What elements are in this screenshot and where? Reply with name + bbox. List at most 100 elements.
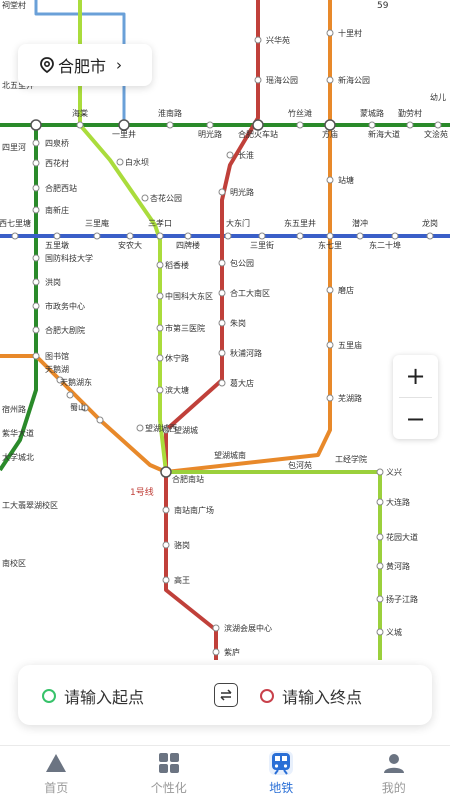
station-dot — [33, 185, 39, 191]
city-name: 合肥市 — [58, 53, 106, 77]
station-label: 市第三医院 — [165, 323, 205, 333]
station-dot — [157, 233, 163, 239]
line2-branch-path — [0, 125, 36, 470]
station-dot — [407, 122, 413, 128]
tab-home[interactable]: 首页 — [0, 746, 113, 801]
station-dot — [213, 649, 219, 655]
bottom-tab-bar: 首页 个性化 地铁 我的 — [0, 745, 450, 801]
zoom-in-button[interactable]: + — [393, 355, 438, 397]
station-label: 滨大塘 — [165, 385, 189, 395]
station-label: 葛大店 — [230, 378, 254, 388]
station-dot — [377, 534, 383, 540]
station-label: 西花村 — [45, 158, 69, 168]
station-dot — [207, 122, 213, 128]
station-dot — [259, 233, 265, 239]
swap-button[interactable] — [214, 683, 238, 707]
station-dot — [392, 233, 398, 239]
station-label: 花园大道 — [386, 532, 418, 542]
station-dot — [377, 596, 383, 602]
station-label: 扬子江路 — [386, 594, 418, 604]
station-label: 中国科大东区 — [165, 291, 213, 301]
station-dot — [97, 417, 103, 423]
station-dot — [157, 293, 163, 299]
end-point-field[interactable]: 请输入终点 — [260, 684, 362, 708]
transfer-station — [161, 467, 171, 477]
city-selector[interactable]: 合肥市 › — [18, 44, 152, 86]
station-dot — [12, 233, 18, 239]
station-dot — [157, 355, 163, 361]
station-label: 天鹅湖东 — [60, 377, 92, 387]
end-point-placeholder: 请输入终点 — [282, 684, 362, 708]
transfer-station — [119, 120, 129, 130]
station-dot — [327, 342, 333, 348]
station-label: 望湖城 — [174, 425, 198, 435]
station-label: 蒙城路 — [360, 108, 384, 118]
station-label: 朱岗 — [230, 318, 246, 328]
station-label: 骆岗 — [174, 540, 190, 550]
station-dot — [33, 160, 39, 166]
station-dot — [33, 353, 39, 359]
station-dot — [33, 207, 39, 213]
station-label: 大东门 — [226, 218, 250, 228]
station-dot — [435, 122, 441, 128]
station-label: 文浍苑 — [424, 129, 448, 139]
tab-personalize[interactable]: 个性化 — [113, 746, 226, 801]
station-label: 大学城北 — [2, 452, 34, 462]
station-label: 杏花公园 — [150, 193, 182, 203]
station-label: 南新庄 — [45, 205, 69, 215]
station-dot — [33, 140, 39, 146]
transfer-station — [325, 120, 335, 130]
station-label: 合肥大剧院 — [45, 325, 85, 335]
tab-mine[interactable]: 我的 — [338, 746, 450, 801]
station-dot — [377, 563, 383, 569]
station-dot — [377, 469, 383, 475]
start-point-field[interactable]: 请输入起点 — [42, 684, 144, 708]
station-label: 图书馆 — [45, 351, 69, 361]
tab-metro[interactable]: 地铁 — [225, 746, 338, 801]
station-label: 国防科技大学 — [45, 253, 93, 263]
station-label: 义兴 — [386, 468, 402, 477]
zoom-out-button[interactable]: − — [393, 398, 438, 440]
station-dot — [163, 507, 169, 513]
start-dot-icon — [42, 689, 56, 703]
station-label: 淮南路 — [158, 108, 182, 118]
user-icon — [382, 751, 406, 775]
start-point-placeholder: 请输入起点 — [64, 684, 144, 708]
station-dot — [327, 77, 333, 83]
station-dot — [163, 577, 169, 583]
station-label: 高王 — [174, 575, 190, 585]
station-dot — [427, 233, 433, 239]
location-pin-icon — [38, 56, 56, 74]
station-dot — [137, 425, 143, 431]
zoom-controls: + − — [393, 355, 438, 439]
metro-map[interactable]: 海棠一里井淮南路明光路合肥火车站竹丝滩方庙蒙城路新海大道勤劳村文浍苑幼儿西七里塘… — [0, 0, 450, 745]
station-label: 市政务中心 — [45, 301, 85, 311]
station-label: 兴华苑 — [266, 35, 290, 45]
station-label: 五里庙 — [338, 340, 362, 350]
station-label: 东五里井 — [284, 218, 316, 228]
station-label: 工经学院 — [335, 454, 367, 464]
station-label: 竹丝滩 — [288, 108, 312, 118]
station-dot — [369, 122, 375, 128]
station-label: 站塘 — [338, 175, 354, 185]
station-label: 大连路 — [386, 497, 410, 507]
metro-map-canvas[interactable]: 海棠一里井淮南路明光路合肥火车站竹丝滩方庙蒙城路新海大道勤劳村文浍苑幼儿西七里塘… — [0, 0, 450, 745]
station-label: 紫华大道 — [2, 428, 34, 438]
station-label: 长淮 — [238, 150, 254, 160]
station-label: 南校区 — [2, 558, 26, 568]
station-dot — [219, 320, 225, 326]
station-dot — [327, 287, 333, 293]
station-dot — [127, 233, 133, 239]
station-dot — [67, 392, 73, 398]
transfer-station — [253, 120, 263, 130]
station-dot — [157, 387, 163, 393]
station-dot — [54, 233, 60, 239]
station-dot — [213, 625, 219, 631]
station-label: 白水坝 — [125, 157, 149, 167]
route-planner: 请输入起点 请输入终点 — [18, 665, 432, 725]
station-dot — [357, 233, 363, 239]
station-dot — [33, 303, 39, 309]
station-dot — [185, 233, 191, 239]
station-dot — [219, 380, 225, 386]
station-label: 三里街 — [250, 240, 274, 250]
